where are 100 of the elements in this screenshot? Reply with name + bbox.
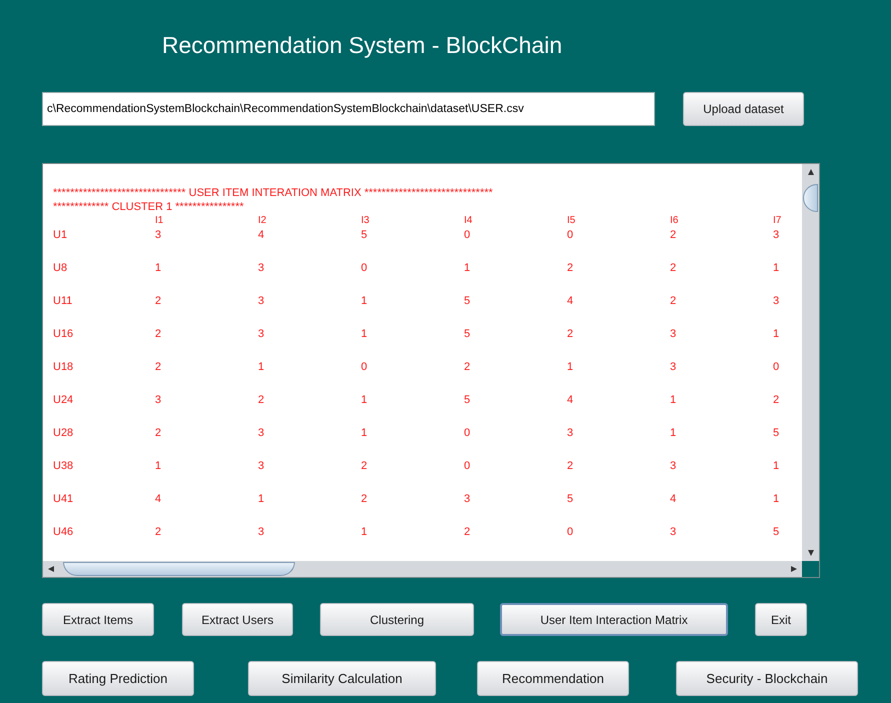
action-button[interactable]: Clustering <box>320 603 474 636</box>
rating-cell: 0 <box>464 427 470 439</box>
action-button[interactable]: Exit <box>755 603 807 636</box>
upload-dataset-button[interactable]: Upload dataset <box>683 92 804 126</box>
action-button[interactable]: Rating Prediction <box>42 661 194 696</box>
action-button[interactable]: User Item Interaction Matrix <box>500 603 728 636</box>
rating-cell: 5 <box>773 427 780 439</box>
rating-cell: 2 <box>670 295 676 307</box>
column-header: I5 <box>567 215 576 226</box>
window-title: Recommendation System - BlockChain <box>162 31 564 60</box>
user-label: U8 <box>53 262 68 274</box>
user-label: U41 <box>53 493 74 505</box>
scroll-thumb[interactable] <box>63 562 295 576</box>
rating-cell: 1 <box>361 295 368 307</box>
rating-cell: 1 <box>567 361 574 373</box>
cluster-heading: ************* CLUSTER 1 **************** <box>53 201 244 213</box>
rating-cell: 2 <box>155 295 162 307</box>
rating-cell: 5 <box>464 328 470 340</box>
rating-cell: 5 <box>567 493 574 505</box>
rating-cell: 2 <box>361 460 368 472</box>
rating-cell: 3 <box>567 427 574 439</box>
rating-cell: 3 <box>464 493 470 505</box>
action-button[interactable]: Similarity Calculation <box>248 661 436 696</box>
rating-cell: 3 <box>155 394 162 406</box>
rating-cell: 0 <box>361 361 368 373</box>
user-label: U24 <box>53 394 74 406</box>
rating-cell: 3 <box>670 460 676 472</box>
rating-cell: 1 <box>361 526 368 538</box>
rating-cell: 3 <box>670 328 676 340</box>
rating-cell: 2 <box>773 394 780 406</box>
rating-cell: 2 <box>361 493 368 505</box>
rating-cell: 1 <box>670 394 676 406</box>
user-label: U16 <box>53 328 74 340</box>
rating-cell: 3 <box>258 460 264 472</box>
down-arrow-icon[interactable] <box>806 549 814 557</box>
rating-cell: 2 <box>155 526 162 538</box>
user-label: U28 <box>53 427 74 439</box>
rating-cell: 3 <box>258 526 264 538</box>
rating-cell: 5 <box>773 526 780 538</box>
column-header: I2 <box>258 215 266 226</box>
rating-cell: 4 <box>670 493 676 505</box>
rating-cell: 0 <box>464 229 470 241</box>
rating-cell: 3 <box>258 262 264 274</box>
scroll-thumb[interactable] <box>803 184 818 212</box>
rating-cell: 1 <box>773 460 780 472</box>
action-button[interactable]: Security - Blockchain <box>676 661 858 696</box>
column-header: I6 <box>670 215 678 226</box>
rating-cell: 2 <box>567 460 574 472</box>
action-button[interactable]: Extract Items <box>42 603 154 636</box>
rating-cell: 0 <box>464 460 470 472</box>
rating-cell: 4 <box>567 394 574 406</box>
rating-cell: 3 <box>670 361 676 373</box>
rating-cell: 2 <box>670 262 676 274</box>
rating-cell: 1 <box>361 328 368 340</box>
rating-cell: 5 <box>464 295 470 307</box>
rating-cell: 2 <box>155 427 162 439</box>
rating-cell: 3 <box>773 229 780 241</box>
rating-cell: 1 <box>773 328 780 340</box>
user-label: U38 <box>53 460 74 472</box>
column-header: I3 <box>361 215 370 226</box>
rating-cell: 1 <box>258 493 264 505</box>
rating-cell: 2 <box>567 262 574 274</box>
rating-cell: 4 <box>567 295 574 307</box>
right-arrow-icon[interactable] <box>790 565 798 573</box>
rating-cell: 2 <box>464 361 470 373</box>
rating-cell: 1 <box>670 427 676 439</box>
matrix-heading: ******************************* USER ITEM INTERATION MATRIX ****************************** <box>53 187 493 199</box>
rating-cell: 0 <box>773 361 780 373</box>
rating-cell: 4 <box>155 493 162 505</box>
rating-cell: 1 <box>361 394 368 406</box>
rating-cell: 3 <box>258 427 264 439</box>
rating-cell: 2 <box>258 394 264 406</box>
rating-cell: 1 <box>773 493 780 505</box>
file-path-field[interactable]: c\RecommendationSystemBlockchain\RecommendationSystemBlockchain\dataset\USER.csv <box>42 92 655 126</box>
rating-cell: 1 <box>155 262 162 274</box>
rating-cell: 0 <box>567 526 574 538</box>
rating-cell: 3 <box>773 295 780 307</box>
rating-cell: 3 <box>670 526 676 538</box>
column-header: I4 <box>464 215 472 226</box>
rating-cell: 5 <box>464 394 470 406</box>
column-header: I1 <box>155 215 164 226</box>
rating-cell: 0 <box>361 262 368 274</box>
up-arrow-icon[interactable] <box>806 168 814 176</box>
rating-cell: 3 <box>258 328 264 340</box>
column-header: I7 <box>773 215 782 226</box>
user-label: U18 <box>53 361 74 373</box>
rating-cell: 2 <box>670 229 676 241</box>
vertical-scrollbar[interactable] <box>802 164 819 561</box>
action-button[interactable]: Extract Users <box>182 603 293 636</box>
rating-cell: 1 <box>361 427 368 439</box>
rating-cell: 2 <box>567 328 574 340</box>
rating-cell: 2 <box>464 526 470 538</box>
rating-cell: 4 <box>258 229 264 241</box>
rating-cell: 3 <box>155 229 162 241</box>
user-label: U1 <box>53 229 68 241</box>
rating-cell: 0 <box>567 229 574 241</box>
left-arrow-icon[interactable] <box>47 565 55 573</box>
action-button[interactable]: Recommendation <box>477 661 629 696</box>
rating-cell: 3 <box>258 295 264 307</box>
rating-cell: 1 <box>155 460 162 472</box>
